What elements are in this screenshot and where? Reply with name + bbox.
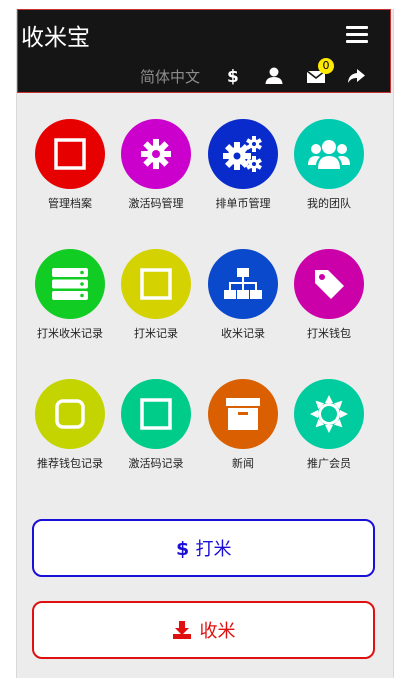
tile-label: 激活码记录 — [128, 457, 184, 470]
tile-0[interactable]: 管理档案 — [27, 119, 113, 229]
send-rice-label: 打米 — [195, 539, 232, 560]
app-frame: 收米宝 简体中文 $ 0 管理档案 激活码管理 排单币管理 我的团队 打米收米记录 打米记… — [16, 9, 394, 678]
square-outline-icon — [121, 379, 191, 449]
gear-icon — [121, 119, 191, 189]
share-icon[interactable] — [346, 66, 368, 86]
tile-3[interactable]: 我的团队 — [286, 119, 372, 229]
tile-5[interactable]: 打米记录 — [113, 249, 199, 359]
tile-1[interactable]: 激活码管理 — [113, 119, 199, 229]
tile-8[interactable]: 推荐钱包记录 — [27, 379, 113, 489]
download-icon — [172, 620, 192, 640]
svg-text:$: $ — [227, 67, 239, 86]
sun-icon — [294, 379, 364, 449]
tile-label: 激活码管理 — [128, 197, 184, 210]
tag-icon — [294, 249, 364, 319]
tile-11[interactable]: 推广会员 — [286, 379, 372, 489]
top-navbar: 收米宝 简体中文 $ 0 — [17, 9, 391, 93]
language-selector[interactable]: 简体中文 — [140, 66, 200, 87]
tile-label: 推荐钱包记录 — [37, 457, 103, 470]
tile-label: 收米记录 — [221, 327, 265, 340]
tile-2[interactable]: 排单币管理 — [200, 119, 286, 229]
tile-label: 我的团队 — [307, 197, 351, 210]
square-outline-icon — [121, 249, 191, 319]
app-title: 收米宝 — [21, 25, 90, 51]
gears-icon — [208, 119, 278, 189]
tile-label: 管理档案 — [48, 197, 92, 210]
tile-label: 排单币管理 — [215, 197, 271, 210]
tile-10[interactable]: 新闻 — [200, 379, 286, 489]
tile-label: 推广会员 — [307, 457, 351, 470]
dollar-icon[interactable]: $ — [226, 66, 248, 87]
send-rice-button[interactable]: $ 打米 — [32, 519, 375, 577]
server-icon — [35, 249, 105, 319]
rounded-square-icon — [35, 379, 105, 449]
square-outline-icon — [35, 119, 105, 189]
tile-4[interactable]: 打米收米记录 — [27, 249, 113, 359]
tile-9[interactable]: 激活码记录 — [113, 379, 199, 489]
message-count-badge: 0 — [318, 58, 334, 74]
tile-label: 打米钱包 — [307, 327, 351, 340]
sitemap-icon — [208, 249, 278, 319]
tile-7[interactable]: 打米钱包 — [286, 249, 372, 359]
receive-rice-label: 收米 — [199, 621, 236, 642]
dollar-icon: $ — [176, 538, 188, 558]
tile-6[interactable]: 收米记录 — [200, 249, 286, 359]
hamburger-menu-icon[interactable] — [346, 26, 370, 44]
receive-rice-button[interactable]: 收米 — [32, 601, 375, 659]
tile-label: 打米记录 — [134, 327, 178, 340]
users-icon — [294, 119, 364, 189]
svg-text:$: $ — [176, 538, 188, 558]
tile-label: 打米收米记录 — [37, 327, 103, 340]
user-icon[interactable] — [264, 66, 286, 86]
archive-icon — [208, 379, 278, 449]
tile-label: 新闻 — [232, 457, 254, 470]
